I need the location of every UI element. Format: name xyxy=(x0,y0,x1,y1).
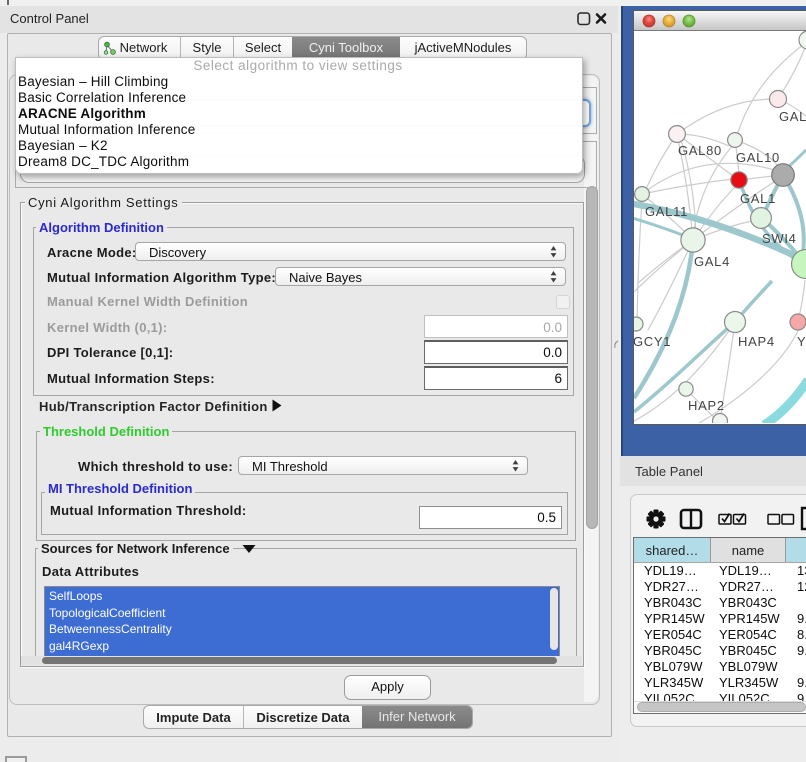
svg-text:GAL1: GAL1 xyxy=(740,191,776,206)
svg-text:Y: Y xyxy=(797,334,806,349)
svg-text:HAP2: HAP2 xyxy=(688,398,725,413)
svg-text:GAL4: GAL4 xyxy=(694,254,730,269)
svg-text:GCY1: GCY1 xyxy=(634,334,671,349)
svg-text:GAL80: GAL80 xyxy=(678,143,722,158)
svg-text:GAL: GAL xyxy=(779,109,806,124)
svg-text:HAP4: HAP4 xyxy=(738,334,775,349)
svg-text:GAL11: GAL11 xyxy=(645,204,688,219)
svg-text:GAL10: GAL10 xyxy=(736,150,780,165)
svg-text:SWI4: SWI4 xyxy=(762,231,797,246)
